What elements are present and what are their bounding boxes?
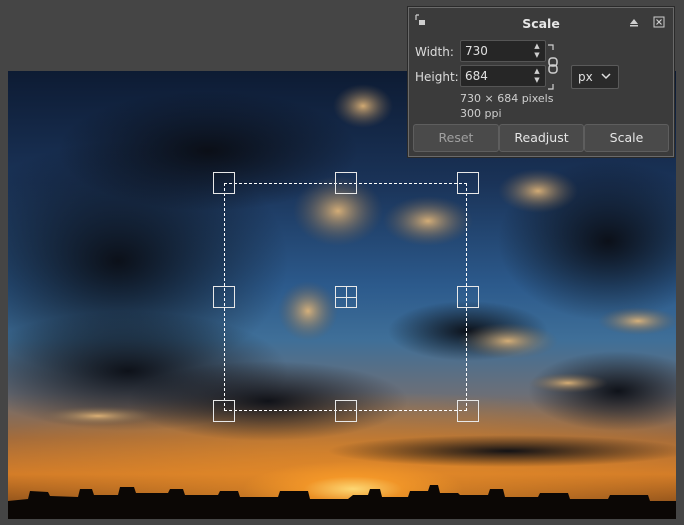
handle-top[interactable] (335, 172, 357, 194)
height-spinbox[interactable]: ▲▼ (460, 65, 546, 87)
close-icon[interactable] (653, 16, 665, 28)
resolution-info: 300 ppi (460, 107, 502, 120)
unit-value: px (578, 70, 593, 84)
handle-bottom-left[interactable] (213, 400, 235, 422)
readjust-button[interactable]: Readjust (499, 124, 584, 152)
chevron-down-icon (601, 73, 611, 80)
width-input[interactable] (461, 41, 527, 61)
unit-dropdown[interactable]: px (571, 65, 619, 89)
height-label: Height: (415, 70, 459, 84)
handle-bottom[interactable] (335, 400, 357, 422)
handle-top-left[interactable] (213, 172, 235, 194)
handle-top-right[interactable] (457, 172, 479, 194)
scale-dialog: Scale Width: ▲▼ Height: ▲▼ px 730 × 684 … (408, 7, 674, 157)
reset-button[interactable]: Reset (413, 124, 499, 152)
handle-left[interactable] (213, 286, 235, 308)
width-spinbox[interactable]: ▲▼ (460, 40, 546, 62)
width-label: Width: (415, 45, 454, 59)
dialog-button-row: Reset Readjust Scale (413, 124, 669, 152)
handle-center[interactable] (335, 286, 357, 308)
handle-right[interactable] (457, 286, 479, 308)
height-spin-arrows[interactable]: ▲ ▼ (531, 67, 543, 85)
scale-button[interactable]: Scale (584, 124, 669, 152)
width-spin-arrows[interactable]: ▲ ▼ (531, 42, 543, 60)
height-input[interactable] (461, 66, 527, 86)
size-info: 730 × 684 pixels (460, 92, 554, 105)
chain-link-icon[interactable] (546, 44, 560, 90)
handle-bottom-right[interactable] (457, 400, 479, 422)
detach-icon[interactable] (628, 16, 640, 28)
